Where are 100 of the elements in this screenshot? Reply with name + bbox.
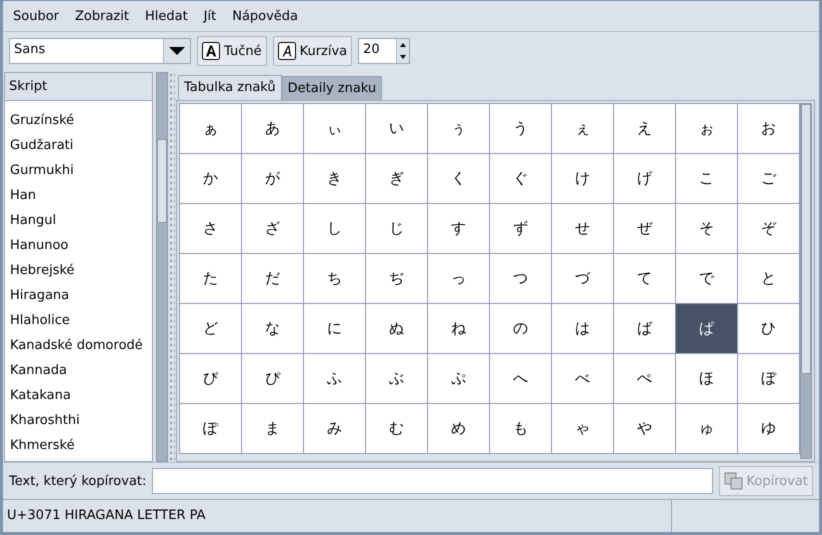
character-cell[interactable]: や (614, 404, 675, 453)
script-item[interactable]: Kharoshthi (5, 408, 152, 433)
script-item[interactable]: Hangul (5, 208, 152, 233)
copy-text-field[interactable] (152, 468, 713, 494)
character-cell[interactable]: じ (366, 204, 427, 253)
character-cell[interactable]: ゅ (676, 404, 737, 453)
character-cell[interactable]: ぁ (180, 104, 241, 153)
character-cell[interactable]: ま (242, 404, 303, 453)
character-cell[interactable]: ぇ (552, 104, 613, 153)
character-cell[interactable]: も (490, 404, 551, 453)
script-item[interactable]: Khmerské (5, 433, 152, 458)
character-cell[interactable]: ぃ (304, 104, 365, 153)
font-dropdown[interactable]: Sans (9, 38, 191, 64)
character-cell[interactable]: ぅ (428, 104, 489, 153)
italic-button[interactable]: Kurzíva (272, 36, 352, 66)
character-cell[interactable]: す (428, 204, 489, 253)
scrollbar-thumb[interactable] (801, 104, 811, 374)
character-cell[interactable]: び (180, 354, 241, 403)
character-cell[interactable]: め (428, 404, 489, 453)
script-item[interactable]: Hebrejské (5, 258, 152, 283)
column-header[interactable]: Skript (5, 73, 152, 101)
character-cell[interactable]: あ (242, 104, 303, 153)
script-item[interactable]: Kannada (5, 358, 152, 383)
menu-item[interactable]: Nápověda (232, 8, 298, 24)
character-cell[interactable]: け (552, 154, 613, 203)
script-item[interactable]: Katakana (5, 383, 152, 408)
character-cell[interactable]: ぷ (428, 354, 489, 403)
scrollbar-thumb[interactable] (157, 139, 168, 223)
character-cell[interactable]: ふ (304, 354, 365, 403)
character-cell[interactable]: ぎ (366, 154, 427, 203)
character-cell[interactable]: っ (428, 254, 489, 303)
character-cell[interactable]: か (180, 154, 241, 203)
script-item[interactable]: Han (5, 183, 152, 208)
character-cell[interactable]: せ (552, 204, 613, 253)
character-cell[interactable]: ぽ (180, 404, 241, 453)
character-cell[interactable]: ご (738, 154, 799, 203)
character-cell[interactable]: む (366, 404, 427, 453)
character-cell[interactable]: ぼ (738, 354, 799, 403)
character-cell[interactable]: お (738, 104, 799, 153)
menu-item[interactable]: Hledat (144, 8, 188, 24)
character-cell[interactable]: く (428, 154, 489, 203)
menu-item[interactable]: Soubor (13, 8, 59, 24)
character-cell[interactable]: ぶ (366, 354, 427, 403)
menu-item[interactable]: Jít (204, 8, 216, 24)
script-item[interactable]: Kanadské domorodé (5, 333, 152, 358)
character-cell[interactable]: は (552, 304, 613, 353)
script-item[interactable]: Hiragana (5, 283, 152, 308)
character-cell[interactable]: へ (490, 354, 551, 403)
character-cell[interactable]: ぐ (490, 154, 551, 203)
script-item[interactable]: Gudžarati (5, 133, 152, 158)
character-cell[interactable]: ぬ (366, 304, 427, 353)
size-spinbox[interactable]: 20 (358, 38, 410, 64)
character-cell[interactable]: え (614, 104, 675, 153)
character-cell[interactable]: い (366, 104, 427, 153)
character-cell[interactable]: ぞ (738, 204, 799, 253)
script-item[interactable]: Gurmukhi (5, 158, 152, 183)
character-cell[interactable]: ざ (242, 204, 303, 253)
character-cell[interactable]: ね (428, 304, 489, 353)
character-cell[interactable]: ば (614, 304, 675, 353)
character-cell[interactable]: と (738, 254, 799, 303)
character-cell[interactable]: ひ (738, 304, 799, 353)
character-cell[interactable]: み (304, 404, 365, 453)
character-cell[interactable]: ほ (676, 354, 737, 403)
character-cell[interactable]: う (490, 104, 551, 153)
character-cell[interactable]: き (304, 154, 365, 203)
character-cell[interactable]: だ (242, 254, 303, 303)
character-cell[interactable]: で (676, 254, 737, 303)
script-item[interactable]: Gruzínské (5, 108, 152, 133)
pane-handle[interactable] (169, 72, 175, 462)
character-cell[interactable]: た (180, 254, 241, 303)
character-cell[interactable]: こ (676, 154, 737, 203)
character-cell[interactable]: べ (552, 354, 613, 403)
character-cell[interactable]: ぉ (676, 104, 737, 153)
script-item[interactable]: Hlaholice (5, 308, 152, 333)
scrollbar[interactable] (800, 103, 812, 459)
character-cell[interactable]: づ (552, 254, 613, 303)
character-cell[interactable]: ゆ (738, 404, 799, 453)
character-cell[interactable]: ぱ (676, 304, 737, 353)
scrollbar[interactable] (156, 72, 168, 462)
character-cell[interactable]: ず (490, 204, 551, 253)
character-cell[interactable]: に (304, 304, 365, 353)
character-cell[interactable]: な (242, 304, 303, 353)
character-cell[interactable]: て (614, 254, 675, 303)
character-cell[interactable]: そ (676, 204, 737, 253)
character-cell[interactable]: さ (180, 204, 241, 253)
character-cell[interactable]: ど (180, 304, 241, 353)
tab[interactable]: Tabulka znaků (178, 75, 282, 100)
tab[interactable]: Detaily znaku (282, 76, 382, 100)
bold-button[interactable]: Tučné (197, 36, 267, 66)
character-cell[interactable]: ぜ (614, 204, 675, 253)
character-cell[interactable]: ぢ (366, 254, 427, 303)
character-cell[interactable]: ぺ (614, 354, 675, 403)
character-cell[interactable]: ゃ (552, 404, 613, 453)
menu-item[interactable]: Zobrazit (75, 8, 129, 24)
character-cell[interactable]: が (242, 154, 303, 203)
character-cell[interactable]: ち (304, 254, 365, 303)
script-item[interactable]: Hanunoo (5, 233, 152, 258)
character-cell[interactable]: の (490, 304, 551, 353)
character-cell[interactable]: し (304, 204, 365, 253)
character-cell[interactable]: つ (490, 254, 551, 303)
